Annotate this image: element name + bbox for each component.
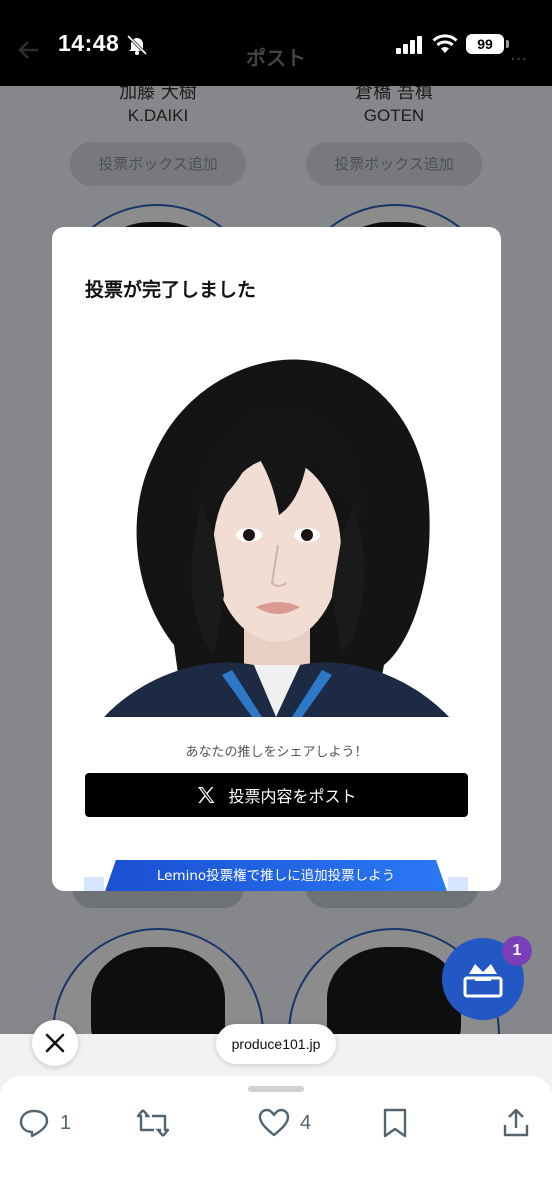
close-browser-button[interactable] <box>32 1020 78 1066</box>
repost-action[interactable] <box>136 1108 170 1138</box>
reply-icon <box>19 1109 49 1138</box>
more-icon[interactable]: ... <box>510 44 527 65</box>
x-logo-icon <box>198 787 215 803</box>
cellular-signal-icon <box>396 36 422 54</box>
like-count: 4 <box>300 1111 312 1134</box>
candidate-portrait <box>104 359 449 717</box>
wifi-icon <box>432 34 458 53</box>
vote-count-badge: 1 <box>502 936 532 966</box>
sheet-grabber[interactable] <box>248 1086 304 1092</box>
crown-box-icon <box>463 964 503 998</box>
battery-tip <box>506 40 509 48</box>
post-action-bar <box>0 1076 552 1200</box>
status-bar: ポスト ... 14:48 99 <box>0 0 552 86</box>
share-icon <box>503 1108 529 1137</box>
vote-complete-modal: 投票が完了しました あなたの推しをシェアしよう！ 投票内容をポスト Lemino… <box>52 227 501 891</box>
like-action[interactable]: 4 <box>258 1108 311 1138</box>
post-button-label: 投票内容をポスト <box>228 787 357 806</box>
heart-icon <box>258 1108 290 1137</box>
bookmark-icon <box>383 1108 407 1138</box>
modal-title: 投票が完了しました <box>85 279 257 301</box>
banner-edge <box>84 877 104 891</box>
post-vote-button[interactable]: 投票内容をポスト <box>85 773 468 817</box>
banner-edge <box>448 877 468 891</box>
status-time: 14:48 <box>58 30 120 56</box>
share-action[interactable] <box>502 1108 530 1138</box>
lemino-vote-banner[interactable]: Lemino投票権で推しに追加投票しよう <box>102 860 450 891</box>
bookmark-action[interactable] <box>382 1108 408 1138</box>
url-pill[interactable]: produce101.jp <box>216 1024 336 1064</box>
reply-count: 1 <box>60 1111 72 1134</box>
close-icon <box>45 1033 65 1053</box>
battery-indicator: 99 <box>466 34 504 54</box>
repost-icon <box>136 1109 170 1137</box>
reply-action[interactable]: 1 <box>18 1108 71 1138</box>
share-prompt: あなたの推しをシェアしよう！ <box>185 745 368 760</box>
bell-off-icon <box>126 34 148 56</box>
